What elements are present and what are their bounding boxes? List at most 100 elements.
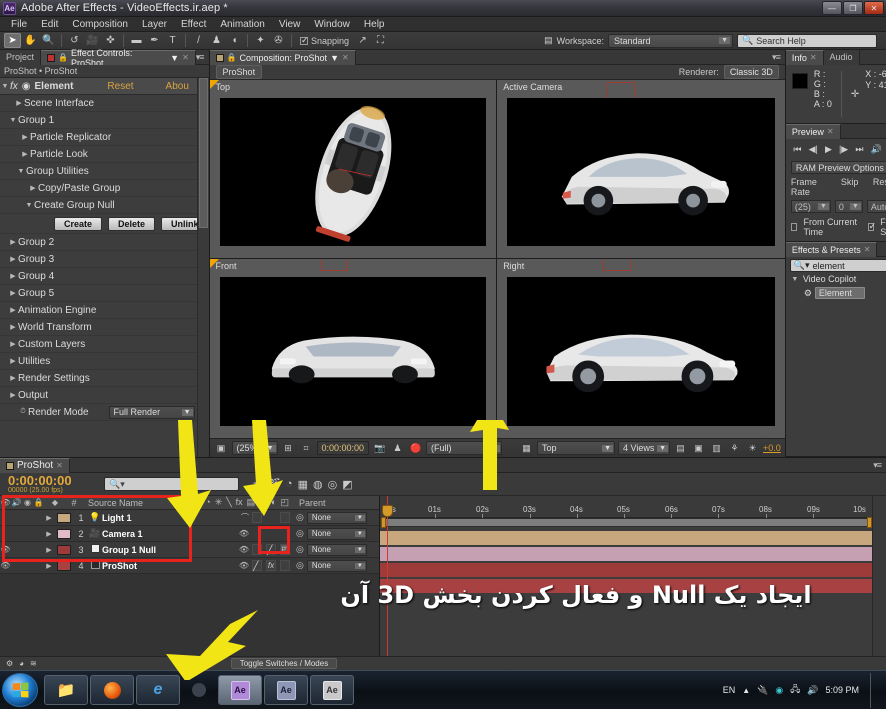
workspace-select[interactable]: Standard ▼ [608, 33, 733, 48]
tab-audio[interactable]: Audio [823, 49, 860, 65]
menu-item-file[interactable]: File [4, 19, 34, 30]
tab-project[interactable]: Project [0, 49, 42, 65]
layer-threed-switch[interactable] [280, 512, 290, 523]
disclosure-triangle-icon[interactable]: ▼ [8, 117, 18, 124]
shape-tool-icon[interactable]: ▬ [128, 33, 145, 48]
layer-switch-box-1[interactable] [252, 512, 262, 523]
disclosure-triangle-icon[interactable]: ▶ [8, 323, 18, 331]
from-current-time-checkbox[interactable] [790, 223, 798, 231]
lock-icon[interactable]: 🔒 [227, 53, 237, 62]
zoom-select[interactable]: (25%) ▼ [231, 441, 278, 455]
current-time-display[interactable]: 0:00:00:00 00000 (25.00 fps) [0, 474, 104, 495]
layer-switches-icon[interactable]: ◕ [19, 659, 24, 668]
menu-item-animation[interactable]: Animation [213, 19, 271, 30]
first-frame-icon[interactable]: ⏮ [793, 144, 801, 155]
parent-select[interactable]: None ▼ [306, 543, 367, 556]
pickwhip-icon[interactable]: ◎ [296, 512, 304, 523]
tab-timeline-proshot[interactable]: ProShot ✕ [0, 457, 70, 473]
disclosure-triangle-icon[interactable]: ▶ [8, 255, 18, 263]
taskbar-ae-button-3[interactable]: Ae [310, 675, 354, 705]
maximize-button[interactable]: ❐ [843, 1, 863, 15]
previous-frame-icon[interactable]: ◀| [809, 144, 818, 155]
timeline-search-input[interactable]: 🔍▾ [104, 477, 239, 491]
resolution-select[interactable]: (Full) ▼ [426, 441, 503, 455]
create-button[interactable]: Create [54, 216, 103, 231]
pixel-aspect-icon[interactable]: ▤ [673, 441, 688, 455]
close-icon[interactable]: ✕ [810, 53, 817, 62]
ec-row-particle-look[interactable]: ▶ Particle Look [0, 146, 209, 163]
menu-item-view[interactable]: View [272, 19, 308, 30]
work-area-start-handle[interactable] [381, 517, 386, 528]
effects-item-element[interactable]: ⚙ Element [786, 286, 886, 300]
tab-effect-controls[interactable]: 🔒 Effect Controls: ProShot ▼ ✕ [41, 48, 196, 68]
disclosure-triangle-icon[interactable]: ▼ [16, 168, 26, 175]
layer-switch-shy-icon[interactable]: 👁 [239, 561, 249, 570]
show-desktop-button[interactable] [870, 672, 880, 708]
disclosure-triangle-icon[interactable]: ▶ [20, 150, 30, 158]
effect-header-row[interactable]: ▼ fx ◉ Element Reset Abou [0, 78, 209, 95]
ec-row-utilities[interactable]: ▶ Utilities [0, 353, 209, 370]
layer-bar-camera[interactable] [380, 547, 872, 561]
effects-group-video-copilot[interactable]: ▼ Video Copilot [786, 272, 886, 286]
zoom-tool-icon[interactable]: 🔍 [40, 33, 57, 48]
menu-item-effect[interactable]: Effect [174, 19, 213, 30]
safely-remove-icon[interactable]: 🔌 [757, 685, 768, 696]
layer-name[interactable]: ProShot [102, 561, 137, 571]
delete-button[interactable]: Delete [108, 216, 156, 231]
layer-switch-shy-icon[interactable]: 👁 [239, 545, 249, 554]
graph-editor-toggle-icon[interactable]: ≋ [30, 659, 37, 668]
skip-select[interactable]: 0 ▼ [834, 200, 863, 213]
comp-name-chip[interactable]: ProShot [215, 65, 263, 79]
layer-effects-switch[interactable]: fx [266, 560, 276, 571]
last-frame-icon[interactable]: ⏭ [855, 144, 863, 155]
ec-row-output[interactable]: ▶ Output [0, 387, 209, 404]
ec-row-custom-layers[interactable]: ▶ Custom Layers [0, 336, 209, 353]
close-button[interactable]: ✕ [864, 1, 884, 15]
close-icon[interactable]: ✕ [827, 127, 834, 136]
transparency-grid-icon[interactable]: ▦ [519, 441, 534, 455]
taskbar-ae-button-2[interactable]: Ae [264, 675, 308, 705]
effects-search-input[interactable]: 🔍▾ element ✕ [789, 259, 886, 272]
disclosure-triangle-icon[interactable]: ▶ [8, 340, 18, 348]
motion-blur-icon[interactable]: ◍ [313, 478, 323, 491]
ec-row-group-5[interactable]: ▶ Group 5 [0, 285, 209, 302]
show-snapshot-icon[interactable]: ♟ [390, 441, 405, 455]
minimize-button[interactable]: — [822, 1, 842, 15]
parent-select[interactable]: None ▼ [306, 527, 367, 540]
ec-row-group-2[interactable]: ▶ Group 2 [0, 234, 209, 251]
resolution-select[interactable]: Auto ▼ [866, 200, 886, 213]
play-icon[interactable]: ▶ [825, 144, 832, 155]
effect-controls-scrollbar[interactable] [196, 78, 209, 457]
close-icon[interactable]: ✕ [182, 53, 189, 62]
disclosure-triangle-icon[interactable]: ▶ [28, 184, 38, 192]
ec-row-scene-interface[interactable]: ▶ Scene Interface [0, 95, 209, 112]
brush-tool-icon[interactable]: / [190, 33, 207, 48]
pen-tool-icon[interactable]: ✒ [146, 33, 163, 48]
effect-toggle-icon[interactable]: ◉ [22, 81, 35, 92]
ec-row-render-settings[interactable]: ▶ Render Settings [0, 370, 209, 387]
ec-row-particle-replicator[interactable]: ▶ Particle Replicator [0, 129, 209, 146]
puppet-tool-icon[interactable]: ✇ [270, 33, 287, 48]
stopwatch-icon[interactable]: ⏱ [18, 408, 28, 416]
ec-row-group-utilities[interactable]: ▼ Group Utilities [0, 163, 209, 180]
pickwhip-icon[interactable]: ◎ [296, 560, 304, 571]
exposure-icon[interactable]: ☀ [745, 441, 760, 455]
eraser-tool-icon[interactable]: ◖ [226, 33, 243, 48]
draft-3d-icon[interactable]: 🎬 [267, 478, 281, 491]
taskbar-extra-button[interactable] [182, 675, 216, 705]
disclosure-triangle-icon[interactable]: ▶ [14, 99, 24, 107]
layer-quality-switch[interactable]: ╱ [252, 560, 262, 571]
start-button[interactable] [2, 673, 38, 707]
scrollbar-thumb[interactable] [198, 78, 208, 228]
close-icon[interactable]: ✕ [864, 245, 871, 254]
channel-icon[interactable]: 🔴 [408, 441, 423, 455]
full-screen-checkbox[interactable] [867, 221, 876, 232]
disclosure-triangle-icon[interactable]: ▼ [24, 202, 34, 209]
network-icon[interactable]: 🖧 [790, 682, 800, 698]
layer-bar-group-null[interactable] [380, 563, 872, 577]
taskbar-ie-button[interactable]: e [136, 675, 180, 705]
layer-bar-light[interactable] [380, 531, 872, 545]
snap-align-icon[interactable]: ↗ [354, 33, 371, 48]
timeline-link-icon[interactable]: ▣ [691, 441, 706, 455]
current-time-indicator[interactable] [387, 496, 388, 656]
